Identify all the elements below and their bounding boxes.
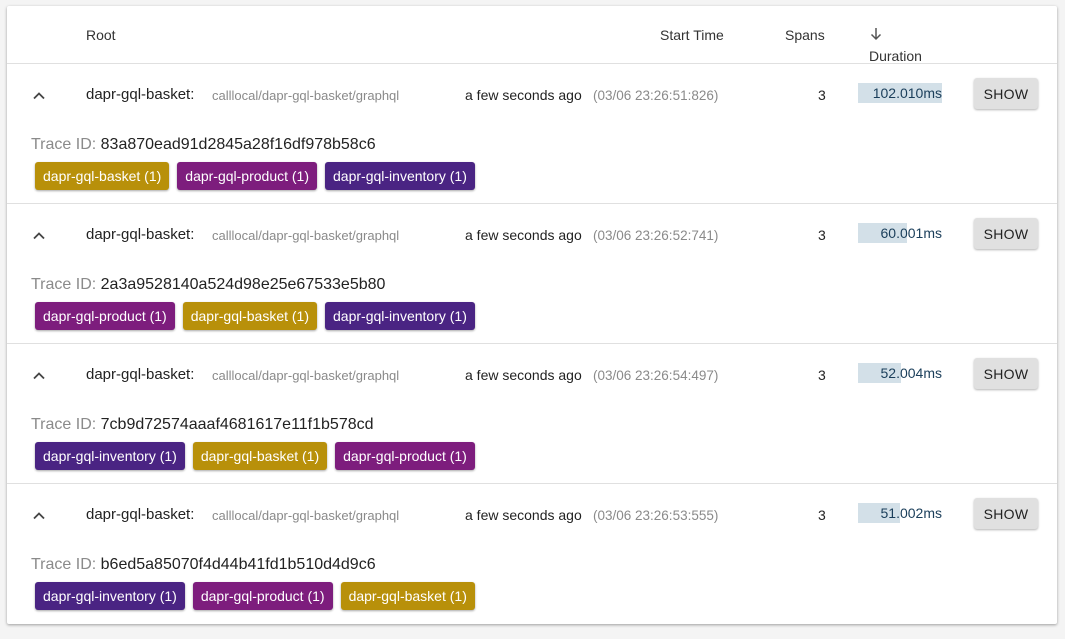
duration-value: 52.004ms	[880, 365, 942, 381]
duration-header-label: Duration	[869, 48, 922, 64]
show-trace-button[interactable]: SHOW	[974, 498, 1038, 529]
duration-cell: 52.004ms	[858, 363, 942, 383]
show-trace-button[interactable]: SHOW	[974, 358, 1038, 389]
trace-list: dapr-gql-basket: calllocal/dapr-gql-baske…	[7, 64, 1057, 624]
service-tag[interactable]: dapr-gql-inventory (1)	[325, 302, 475, 330]
service-tag[interactable]: dapr-gql-basket (1)	[340, 582, 475, 610]
root-service-name: dapr-gql-basket:	[86, 366, 195, 383]
collapse-chevron-icon[interactable]	[31, 228, 47, 244]
trace-row: dapr-gql-basket: calllocal/dapr-gql-baske…	[7, 64, 1057, 204]
span-count: 3	[818, 367, 826, 383]
duration-cell: 60.001ms	[858, 223, 942, 243]
collapse-chevron-icon[interactable]	[31, 88, 47, 104]
service-tag[interactable]: dapr-gql-inventory (1)	[35, 582, 185, 610]
span-count: 3	[818, 507, 826, 523]
service-tags: dapr-gql-product (1) dapr-gql-basket (1) d…	[35, 302, 475, 330]
service-tag[interactable]: dapr-gql-product (1)	[192, 582, 333, 610]
duration-value: 51.002ms	[880, 505, 942, 521]
span-count: 3	[818, 87, 826, 103]
traces-table: Root Start Time Spans Duration dapr-gql-…	[7, 6, 1057, 624]
trace-id-value: b6ed5a85070f4d44b41fd1b510d4d9c6	[100, 556, 376, 573]
duration-value: 60.001ms	[880, 225, 942, 241]
trace-row: dapr-gql-basket: calllocal/dapr-gql-baske…	[7, 344, 1057, 484]
service-tags: dapr-gql-basket (1) dapr-gql-product (1) d…	[35, 162, 475, 190]
service-tag[interactable]: dapr-gql-product (1)	[335, 442, 475, 470]
trace-id-value: 2a3a9528140a524d98e25e67533e5b80	[100, 276, 386, 293]
arrow-down-icon	[870, 28, 882, 41]
start-time-timestamp: (03/06 23:26:52:741)	[593, 228, 719, 243]
column-header-root[interactable]: Root	[86, 27, 116, 43]
trace-id-label: Trace ID:	[31, 556, 97, 573]
start-time-relative: a few seconds ago	[465, 87, 582, 103]
root-service-name: dapr-gql-basket:	[86, 86, 195, 103]
trace-id-label: Trace ID:	[31, 416, 97, 433]
root-operation-path: calllocal/dapr-gql-basket/graphql	[212, 228, 400, 243]
service-tags: dapr-gql-inventory (1) dapr-gql-basket (1…	[35, 442, 475, 470]
start-time-relative: a few seconds ago	[465, 367, 582, 383]
trace-row: dapr-gql-basket: calllocal/dapr-gql-baske…	[7, 204, 1057, 344]
root-operation-path: calllocal/dapr-gql-basket/graphql	[212, 88, 400, 103]
column-header-start-time[interactable]: Start Time	[660, 27, 724, 43]
table-header: Root Start Time Spans Duration	[7, 6, 1057, 64]
start-time-relative: a few seconds ago	[465, 227, 582, 243]
trace-id: Trace ID: 83a870ead91d2845a28f16df978b58…	[31, 136, 376, 154]
show-trace-button[interactable]: SHOW	[974, 78, 1038, 109]
start-time-timestamp: (03/06 23:26:51:826)	[593, 88, 719, 103]
trace-id-value: 7cb9d72574aaaf4681617e11f1b578cd	[100, 416, 374, 433]
trace-id-label: Trace ID:	[31, 276, 97, 293]
show-trace-button[interactable]: SHOW	[974, 218, 1038, 249]
duration-value: 102.010ms	[872, 85, 942, 101]
column-header-spans[interactable]: Spans	[785, 27, 825, 43]
span-count: 3	[818, 227, 826, 243]
trace-id-value: 83a870ead91d2845a28f16df978b58c6	[100, 136, 376, 153]
start-time-timestamp: (03/06 23:26:53:555)	[593, 508, 719, 523]
service-tag[interactable]: dapr-gql-product (1)	[35, 302, 175, 330]
start-time-timestamp: (03/06 23:26:54:497)	[593, 368, 719, 383]
trace-id: Trace ID: b6ed5a85070f4d44b41fd1b510d4d9…	[31, 556, 376, 574]
service-tag[interactable]: dapr-gql-inventory (1)	[325, 162, 475, 190]
trace-id: Trace ID: 2a3a9528140a524d98e25e67533e5b…	[31, 276, 385, 294]
trace-id-label: Trace ID:	[31, 136, 97, 153]
column-header-duration[interactable]: Duration	[869, 27, 922, 64]
root-operation-path: calllocal/dapr-gql-basket/graphql	[212, 508, 400, 523]
root-service-name: dapr-gql-basket:	[86, 506, 195, 523]
duration-cell: 102.010ms	[858, 83, 942, 103]
collapse-chevron-icon[interactable]	[31, 508, 47, 524]
root-service-name: dapr-gql-basket:	[86, 226, 195, 243]
trace-id: Trace ID: 7cb9d72574aaaf4681617e11f1b578…	[31, 416, 374, 434]
service-tag[interactable]: dapr-gql-product (1)	[177, 162, 318, 190]
duration-cell: 51.002ms	[858, 503, 942, 523]
service-tag[interactable]: dapr-gql-inventory (1)	[35, 442, 185, 470]
service-tag[interactable]: dapr-gql-basket (1)	[192, 442, 328, 470]
service-tag[interactable]: dapr-gql-basket (1)	[182, 302, 318, 330]
root-operation-path: calllocal/dapr-gql-basket/graphql	[212, 368, 400, 383]
service-tag[interactable]: dapr-gql-basket (1)	[35, 162, 170, 190]
trace-row: dapr-gql-basket: calllocal/dapr-gql-baske…	[7, 484, 1057, 624]
collapse-chevron-icon[interactable]	[31, 368, 47, 384]
service-tags: dapr-gql-inventory (1) dapr-gql-product (…	[35, 582, 475, 610]
start-time-relative: a few seconds ago	[465, 507, 582, 523]
